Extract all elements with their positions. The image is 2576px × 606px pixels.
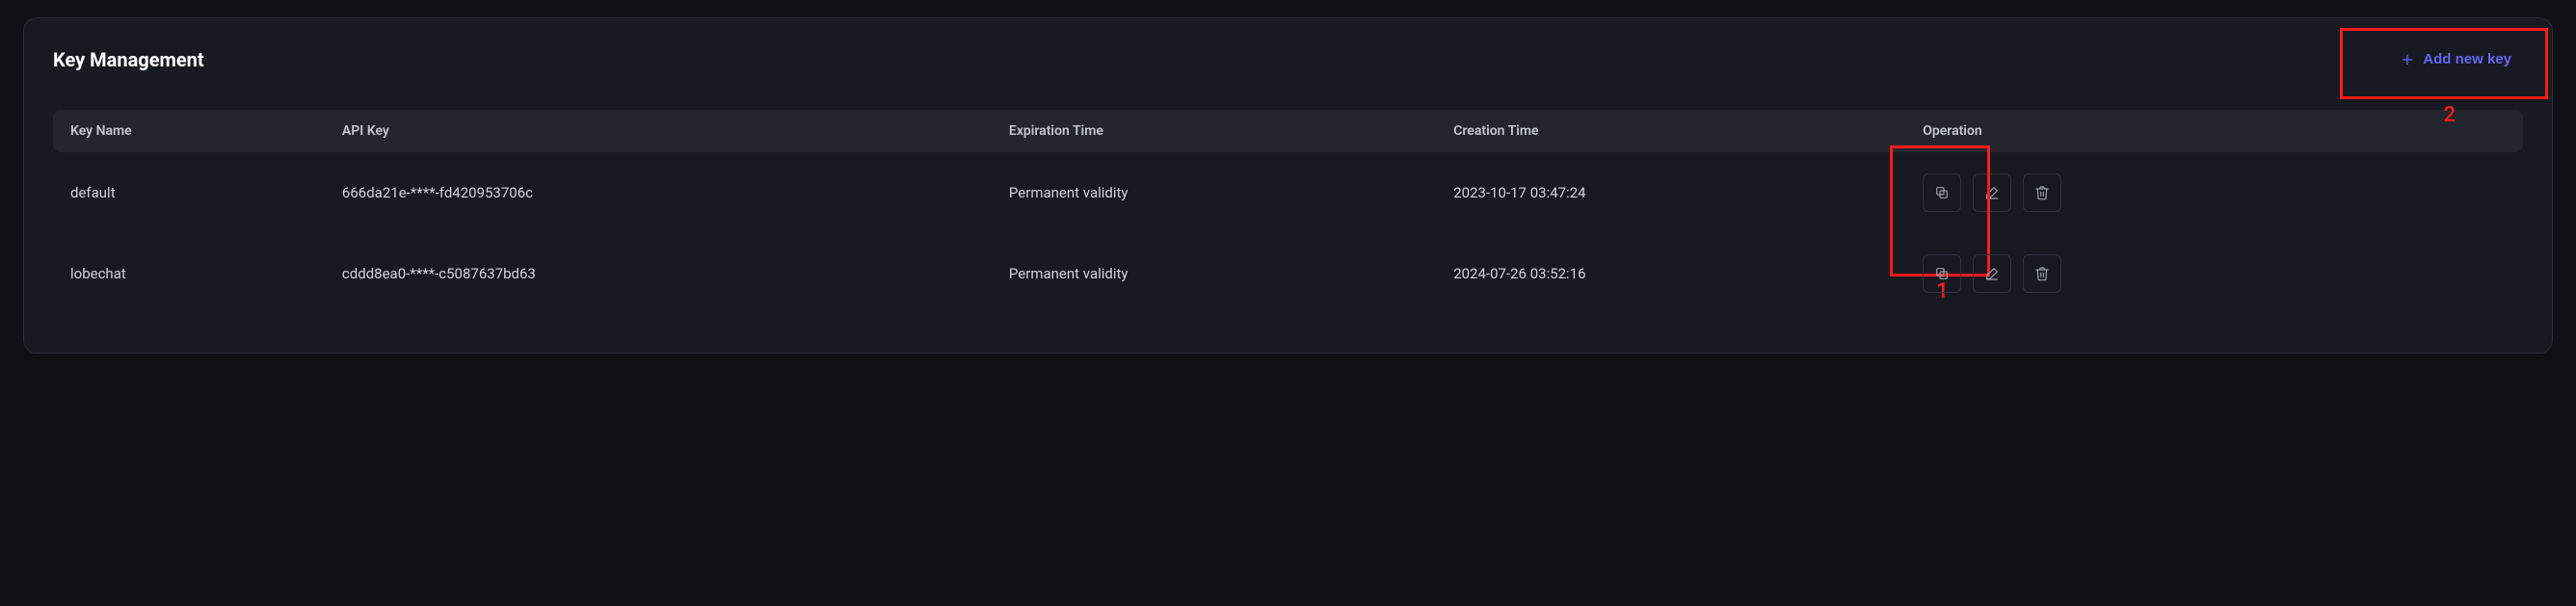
plus-icon [2400, 52, 2415, 67]
copy-key-button[interactable] [1923, 254, 1961, 293]
delete-key-button[interactable] [2023, 254, 2061, 293]
cell-creation: 2023-10-17 03:47:24 [1436, 152, 1905, 233]
col-header-name: Key Name [53, 110, 325, 152]
cell-key-name: default [53, 152, 325, 233]
add-new-key-label: Add new key [2423, 51, 2511, 67]
panel-header: Key Management Add new key [53, 43, 2523, 75]
panel-title: Key Management [53, 48, 204, 71]
col-header-creation: Creation Time [1436, 110, 1905, 152]
copy-icon [1934, 185, 1950, 200]
add-new-key-button[interactable]: Add new key [2388, 43, 2523, 75]
cell-key-name: lobechat [53, 233, 325, 314]
cell-operations [1905, 233, 2523, 314]
keys-table: Key Name API Key Expiration Time Creatio… [53, 110, 2523, 314]
trash-icon [2034, 185, 2050, 200]
cell-expiration: Permanent validity [992, 233, 1436, 314]
edit-key-button[interactable] [1973, 173, 2011, 212]
table-row: default 666da21e-****-fd420953706c Perma… [53, 152, 2523, 233]
key-management-panel: Key Management Add new key 2 Key Name AP… [23, 17, 2553, 354]
cell-operations: 1 [1905, 152, 2523, 233]
table-header-row: Key Name API Key Expiration Time Creatio… [53, 110, 2523, 152]
col-header-api: API Key [325, 110, 992, 152]
copy-key-button[interactable] [1923, 173, 1961, 212]
cell-api-key: 666da21e-****-fd420953706c [325, 152, 992, 233]
copy-icon [1934, 266, 1950, 281]
cell-creation: 2024-07-26 03:52:16 [1436, 233, 1905, 314]
edit-icon [1984, 185, 2000, 200]
cell-api-key: cddd8ea0-****-c5087637bd63 [325, 233, 992, 314]
col-header-expiration: Expiration Time [992, 110, 1436, 152]
delete-key-button[interactable] [2023, 173, 2061, 212]
col-header-operation: Operation [1905, 110, 2523, 152]
table-row: lobechat cddd8ea0-****-c5087637bd63 Perm… [53, 233, 2523, 314]
edit-key-button[interactable] [1973, 254, 2011, 293]
trash-icon [2034, 266, 2050, 281]
cell-expiration: Permanent validity [992, 152, 1436, 233]
edit-icon [1984, 266, 2000, 281]
